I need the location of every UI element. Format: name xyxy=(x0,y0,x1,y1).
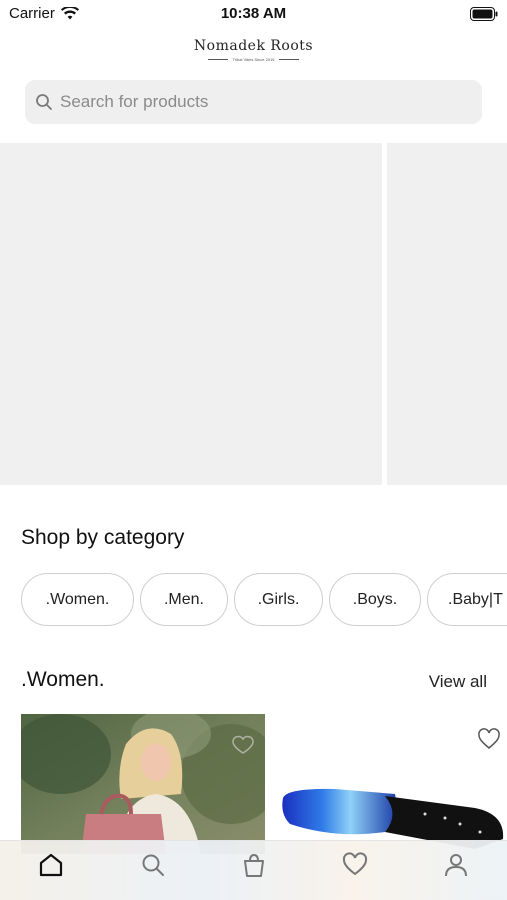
brand-tagline: Tribal Vibes Since 2015 xyxy=(232,57,275,62)
brand-tagline-row: Tribal Vibes Since 2015 xyxy=(0,57,507,62)
banner-slide[interactable] xyxy=(0,143,382,485)
profile-icon xyxy=(445,854,467,877)
product-card[interactable] xyxy=(21,714,265,854)
search-icon xyxy=(142,854,164,876)
category-chip-women[interactable]: .Women. xyxy=(21,573,134,626)
category-chip-boys[interactable]: .Boys. xyxy=(329,573,421,626)
search-placeholder: Search for products xyxy=(60,92,209,111)
category-chip-girls[interactable]: .Girls. xyxy=(234,573,323,626)
brand-logo[interactable]: Nomadek Roots Tribal Vibes Since 2015 xyxy=(0,38,507,62)
tab-profile[interactable] xyxy=(442,851,470,879)
category-chip-baby[interactable]: .Baby|T xyxy=(427,573,507,626)
category-chip-men[interactable]: .Men. xyxy=(140,573,228,626)
banner-slide[interactable] xyxy=(387,143,507,485)
section-title-women: .Women. xyxy=(21,668,105,691)
home-icon xyxy=(39,853,63,877)
battery-icon xyxy=(470,7,498,21)
product-card[interactable] xyxy=(275,714,507,854)
category-chips[interactable]: .Women. .Men. .Girls. .Boys. .Baby|T xyxy=(21,573,507,627)
tab-favorites[interactable] xyxy=(341,851,369,879)
tab-bag[interactable] xyxy=(240,851,268,879)
tab-search[interactable] xyxy=(139,851,167,879)
tab-bar xyxy=(0,840,507,900)
search-input[interactable]: Search for products xyxy=(25,80,482,124)
clock: 10:38 AM xyxy=(220,5,287,22)
bag-icon xyxy=(244,853,264,877)
favorite-heart-icon[interactable] xyxy=(477,728,501,750)
brand-name: Nomadek Roots xyxy=(193,38,314,54)
section-title: Shop by category xyxy=(21,526,185,549)
view-all-link[interactable]: View all xyxy=(429,672,487,692)
product-image xyxy=(21,714,265,854)
heart-icon xyxy=(342,852,368,876)
product-image xyxy=(282,788,504,849)
status-bar: Carrier 10:38 AM xyxy=(0,0,507,30)
search-icon xyxy=(36,94,52,110)
banner-carousel[interactable] xyxy=(0,143,507,485)
divider xyxy=(208,59,229,60)
tab-home[interactable] xyxy=(37,851,65,879)
divider xyxy=(278,59,299,60)
